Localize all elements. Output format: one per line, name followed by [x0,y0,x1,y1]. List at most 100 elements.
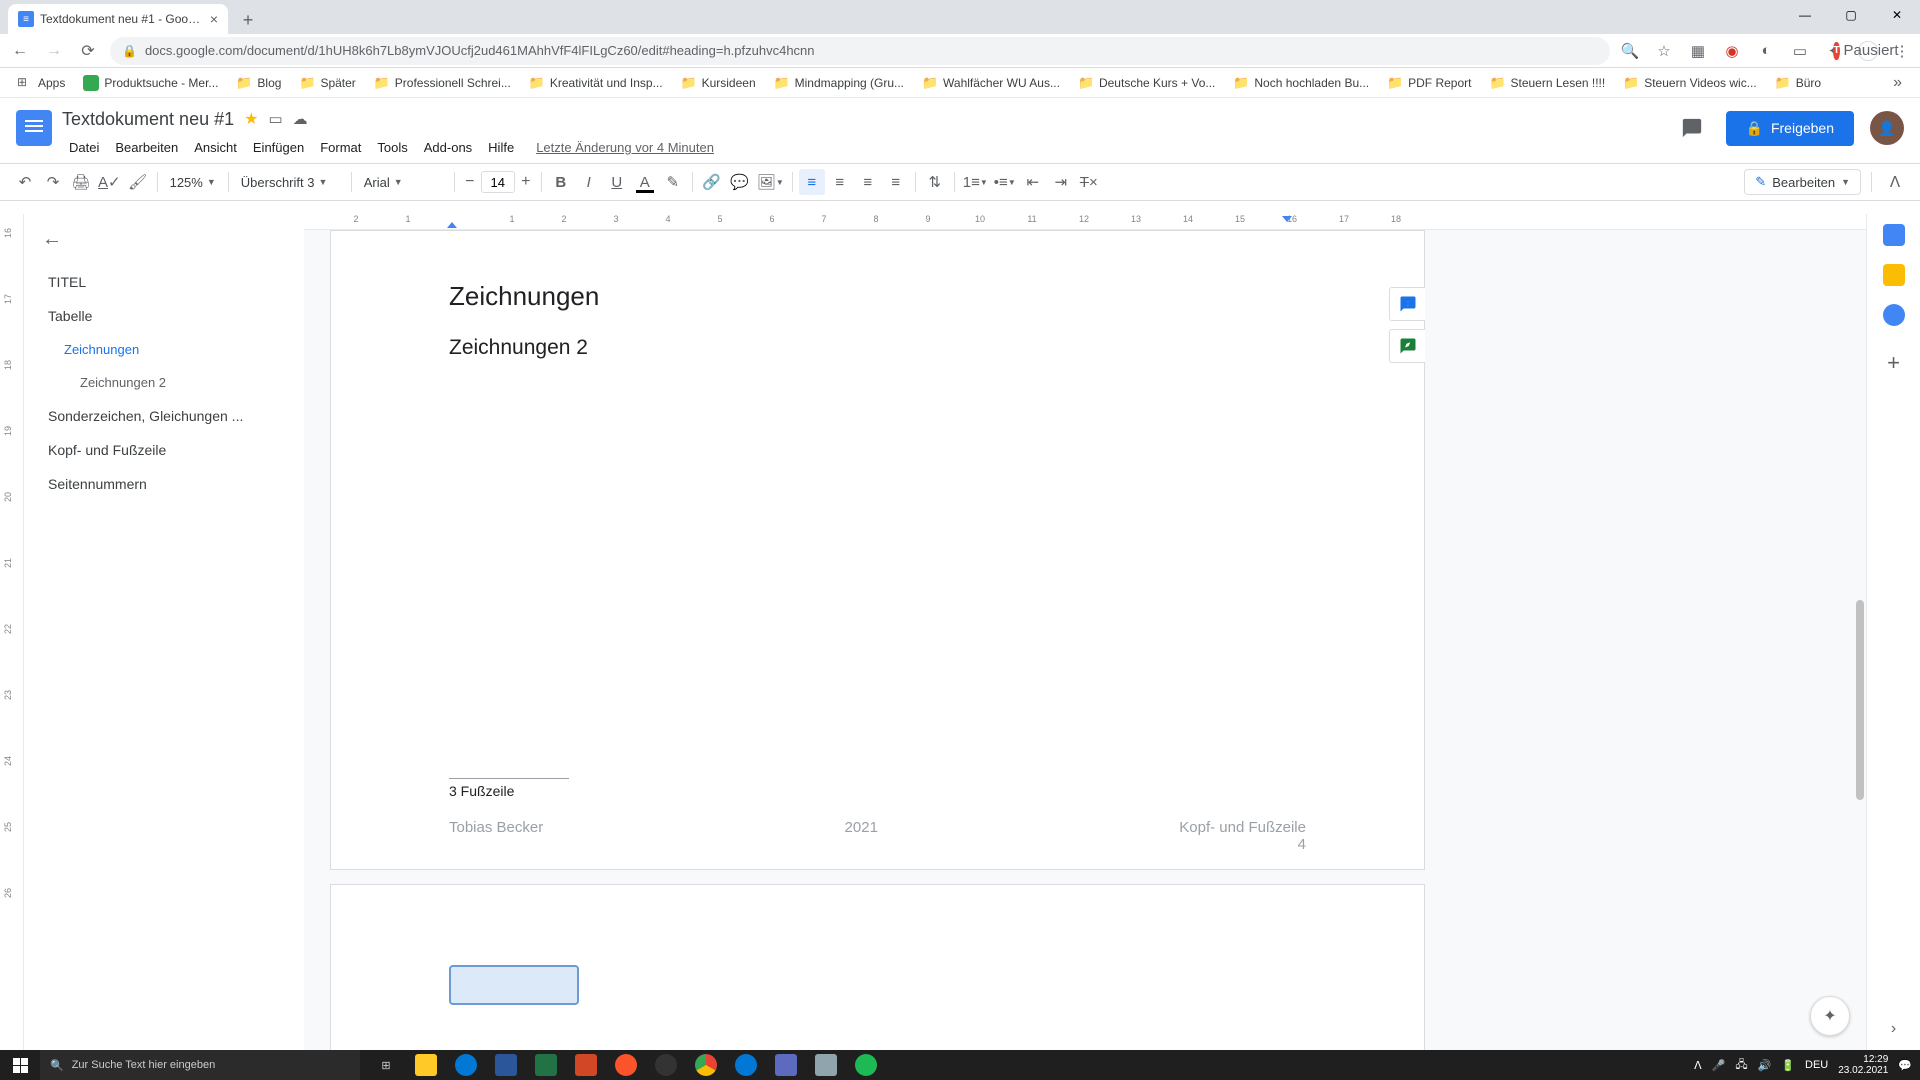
close-tab-icon[interactable]: × [210,11,218,27]
outline-back-button[interactable]: ← [42,228,292,251]
outline-item[interactable]: Seitennummern [42,467,292,501]
cast-icon[interactable]: ▭ [1790,41,1810,61]
user-avatar[interactable]: 👤 [1870,111,1904,145]
outline-item[interactable]: Tabelle [42,299,292,333]
browser-menu-icon[interactable]: ⋮ [1892,41,1912,61]
redo-button[interactable]: ↷ [40,169,66,195]
add-comment-button[interactable]: 💬 [727,169,753,195]
bookmark-item[interactable]: Kreativität und Insp... [522,71,670,95]
outline-item[interactable]: TITEL [42,265,292,299]
calendar-addon-icon[interactable] [1883,224,1905,246]
insert-link-button[interactable]: 🔗 [699,169,725,195]
task-view-button[interactable]: ⊞ [366,1050,406,1080]
menu-datei[interactable]: Datei [62,136,106,159]
move-icon[interactable]: ▭ [268,110,282,128]
menu-einfügen[interactable]: Einfügen [246,136,311,159]
align-right-button[interactable]: ≡ [855,169,881,195]
cloud-saved-icon[interactable]: ☁ [293,110,308,128]
bookmark-item[interactable]: Deutsche Kurs + Vo... [1071,71,1222,95]
outline-item[interactable]: Kopf- und Fußzeile [42,433,292,467]
indent-right-marker[interactable] [1282,216,1292,222]
align-center-button[interactable]: ≡ [827,169,853,195]
outline-item[interactable]: Zeichnungen [42,333,292,366]
paragraph-style-select[interactable]: Überschrift 3▼ [235,169,345,195]
taskbar-powerpoint-icon[interactable] [566,1050,606,1080]
tray-volume-icon[interactable]: 🔊 [1758,1059,1772,1072]
document-page[interactable]: Zeichnungen Zeichnungen 2 3 Fußzeile Tob… [330,230,1425,870]
bookmark-star-icon[interactable]: ☆ [1654,41,1674,61]
bookmark-item[interactable]: Noch hochladen Bu... [1226,71,1376,95]
bulleted-list-button[interactable]: •≡▼ [992,169,1018,195]
vertical-scrollbar[interactable] [1854,230,1866,1050]
font-select[interactable]: Arial▼ [358,169,448,195]
italic-button[interactable]: I [576,169,602,195]
insert-image-button[interactable]: 🖼▼ [755,169,786,195]
start-button[interactable] [0,1050,40,1080]
tray-mic-icon[interactable]: 🎤 [1712,1059,1726,1072]
numbered-list-button[interactable]: 1≡▼ [961,169,990,195]
tasks-addon-icon[interactable] [1883,304,1905,326]
paint-format-button[interactable]: 🖌 [125,169,151,195]
increase-indent-button[interactable]: ⇥ [1048,169,1074,195]
text-color-button[interactable]: A [632,169,658,195]
browser-tab[interactable]: ≡ Textdokument neu #1 - Google D × [8,4,228,34]
menu-hilfe[interactable]: Hilfe [481,136,521,159]
font-size-value[interactable]: 14 [481,171,515,193]
bookmark-item[interactable]: Professionell Schrei... [367,71,518,95]
bookmark-item[interactable]: Produktsuche - Mer... [76,71,225,95]
taskbar-chrome-icon[interactable] [686,1050,726,1080]
extension-grey-icon[interactable]: ◐ [1756,41,1776,61]
document-page-next[interactable] [330,884,1425,1050]
footer-left[interactable]: Tobias Becker [449,819,543,853]
tray-chevron-icon[interactable]: ᐱ [1694,1059,1702,1072]
outline-item[interactable]: Sonderzeichen, Gleichungen ... [42,399,292,433]
subheading-text[interactable]: Zeichnungen 2 [449,336,1306,360]
back-button[interactable]: ← [8,39,32,63]
taskbar-explorer-icon[interactable] [406,1050,446,1080]
bookmark-item[interactable]: Kursideen [674,71,763,95]
footnote-text[interactable]: 3 Fußzeile [449,778,569,799]
comment-history-button[interactable] [1674,110,1710,146]
bold-button[interactable]: B [548,169,574,195]
outline-item[interactable]: Zeichnungen 2 [42,366,292,399]
print-button[interactable]: 🖨 [68,169,94,195]
docs-logo-icon[interactable] [16,110,52,146]
footer-right-2[interactable]: 4 [1298,836,1306,853]
zoom-icon[interactable]: 🔍 [1620,41,1640,61]
align-justify-button[interactable]: ≡ [883,169,909,195]
font-size-decrease[interactable]: − [461,173,479,191]
bookmarks-overflow-button[interactable]: » [1885,74,1910,92]
document-title[interactable]: Textdokument neu #1 [62,109,234,130]
font-size-increase[interactable]: + [517,173,535,191]
bookmark-item[interactable]: PDF Report [1380,71,1478,95]
share-button[interactable]: 🔒 Freigeben [1726,111,1854,146]
close-window-button[interactable]: ✕ [1874,0,1920,30]
zoom-select[interactable]: 125%▼ [164,169,222,195]
menu-tools[interactable]: Tools [370,136,414,159]
qr-icon[interactable]: ▦ [1688,41,1708,61]
taskbar-spotify-icon[interactable] [846,1050,886,1080]
scrollbar-thumb[interactable] [1856,600,1864,800]
tray-language[interactable]: DEU [1805,1059,1828,1071]
menu-bearbeiten[interactable]: Bearbeiten [108,136,185,159]
taskbar-app-icon-2[interactable] [806,1050,846,1080]
tray-clock[interactable]: 12:29 23.02.2021 [1838,1054,1888,1076]
taskbar-app-icon-1[interactable] [766,1050,806,1080]
add-comment-margin-button[interactable] [1389,287,1425,321]
explore-button[interactable]: ✦ [1810,996,1850,1036]
editing-mode-select[interactable]: ✎ Bearbeiten ▼ [1744,169,1861,195]
new-tab-button[interactable]: + [234,6,262,34]
add-addon-button[interactable]: + [1887,350,1900,376]
bookmark-item[interactable]: Büro [1768,71,1828,95]
menu-format[interactable]: Format [313,136,368,159]
footer-center[interactable]: 2021 [845,819,878,853]
tray-battery-icon[interactable]: 🔋 [1781,1059,1795,1072]
indent-left-marker[interactable] [447,222,457,228]
drawing-shape[interactable] [449,965,579,1005]
bookmark-item[interactable]: ⊞Apps [10,71,72,95]
keep-addon-icon[interactable] [1883,264,1905,286]
clear-formatting-button[interactable]: T× [1076,169,1102,195]
heading-text[interactable]: Zeichnungen [449,281,599,312]
bookmark-item[interactable]: Blog [229,71,288,95]
taskbar-edge-icon[interactable] [726,1050,766,1080]
